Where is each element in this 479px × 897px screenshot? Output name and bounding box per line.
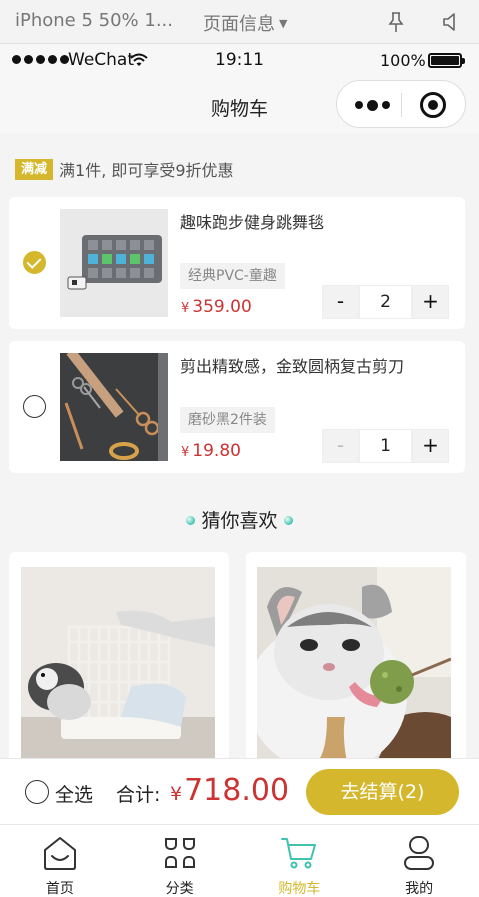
pin-icon[interactable]	[386, 11, 406, 33]
price-value: 19.80	[192, 441, 241, 461]
navigation-bar: 购物车	[0, 78, 479, 134]
currency-symbol: ¥	[181, 301, 190, 316]
promotion-banner: 满减 满1件, 即可享受9折优惠	[15, 157, 234, 181]
total-amount: ¥718.00	[170, 773, 289, 808]
capsule-divider	[401, 93, 402, 117]
quantity-input[interactable]: 2	[359, 285, 412, 319]
tab-label: 我的	[405, 881, 434, 897]
more-icon[interactable]	[355, 95, 399, 115]
total-value: 718.00	[184, 773, 290, 808]
quantity-stepper: - 2 +	[322, 285, 449, 319]
product-image-dance-mat[interactable]	[60, 209, 168, 317]
increase-button[interactable]: +	[412, 429, 449, 463]
product-image-pet-crate[interactable]	[21, 567, 215, 762]
item-checkbox[interactable]	[23, 251, 46, 274]
page-info-dropdown[interactable]: 页面信息 ▼	[203, 10, 287, 36]
battery-percent: 100%	[380, 51, 426, 70]
simulator-toolbar: iPhone 5 50% 1... 页面信息 ▼	[0, 0, 479, 44]
item-checkbox[interactable]	[23, 395, 46, 418]
recommend-section-title: 猜你喜欢	[0, 506, 479, 533]
quantity-stepper: - 1 +	[322, 429, 449, 463]
promo-badge: 满减	[15, 158, 54, 180]
tab-mine[interactable]: 我的	[359, 825, 479, 897]
cart-item: 趣味跑步健身跳舞毯 经典PVC-童趣 ¥359.00 - 2 +	[9, 197, 465, 329]
checkout-bar: 全选 合计: ¥718.00 去结算(2)	[0, 758, 479, 824]
battery-icon	[428, 53, 465, 68]
product-price: ¥19.80	[181, 441, 241, 461]
device-selector[interactable]: iPhone 5 50% 1...	[15, 10, 173, 31]
decrease-button[interactable]: -	[322, 429, 359, 463]
currency-symbol: ¥	[181, 445, 190, 460]
decor-dot-icon	[186, 516, 196, 525]
product-price: ¥359.00	[181, 297, 252, 317]
decrease-button[interactable]: -	[322, 285, 359, 319]
product-name[interactable]: 剪出精致感，金致圆柄复古剪刀	[180, 353, 404, 377]
sound-icon[interactable]	[440, 12, 460, 32]
close-miniprogram-icon[interactable]	[420, 92, 446, 118]
tab-home[interactable]: 首页	[0, 825, 120, 897]
product-name[interactable]: 趣味跑步健身跳舞毯	[180, 209, 324, 233]
select-all-label[interactable]: 全选	[55, 780, 93, 807]
product-sku[interactable]: 经典PVC-童趣	[180, 263, 285, 289]
tab-label: 首页	[45, 881, 74, 897]
tab-category[interactable]: 分类	[120, 825, 240, 897]
product-image-catnip-ball[interactable]	[257, 567, 451, 762]
user-icon	[404, 836, 435, 870]
tab-label: 分类	[165, 881, 194, 897]
miniprogram-capsule	[336, 80, 466, 128]
page-info-label: 页面信息	[203, 14, 275, 35]
tab-bar: 首页 分类 购物车 我的	[0, 824, 479, 897]
recommend-item[interactable]	[246, 552, 466, 762]
recommend-title-text: 猜你喜欢	[201, 510, 278, 532]
select-all-checkbox[interactable]	[25, 780, 49, 804]
currency-symbol: ¥	[170, 783, 183, 805]
caret-down-icon: ▼	[279, 17, 288, 30]
increase-button[interactable]: +	[412, 285, 449, 319]
decor-dot-icon	[283, 516, 293, 525]
tab-cart[interactable]: 购物车	[240, 825, 360, 897]
recommend-item[interactable]	[9, 552, 229, 762]
category-icon	[164, 838, 195, 868]
promo-text: 满1件, 即可享受9折优惠	[59, 161, 234, 180]
checkout-button[interactable]: 去结算(2)	[306, 769, 459, 815]
quantity-input[interactable]: 1	[359, 429, 412, 463]
product-sku[interactable]: 磨砂黑2件装	[180, 407, 275, 433]
home-icon	[43, 837, 76, 870]
status-bar: WeChat 19:11 100%	[0, 44, 479, 78]
total-label: 合计:	[116, 784, 161, 806]
product-image-scissors[interactable]	[60, 353, 168, 461]
cart-item: 剪出精致感，金致圆柄复古剪刀 磨砂黑2件装 ¥19.80 - 1 +	[9, 341, 465, 473]
price-value: 359.00	[192, 297, 252, 317]
tab-label: 购物车	[278, 881, 321, 897]
cart-icon	[281, 838, 317, 869]
